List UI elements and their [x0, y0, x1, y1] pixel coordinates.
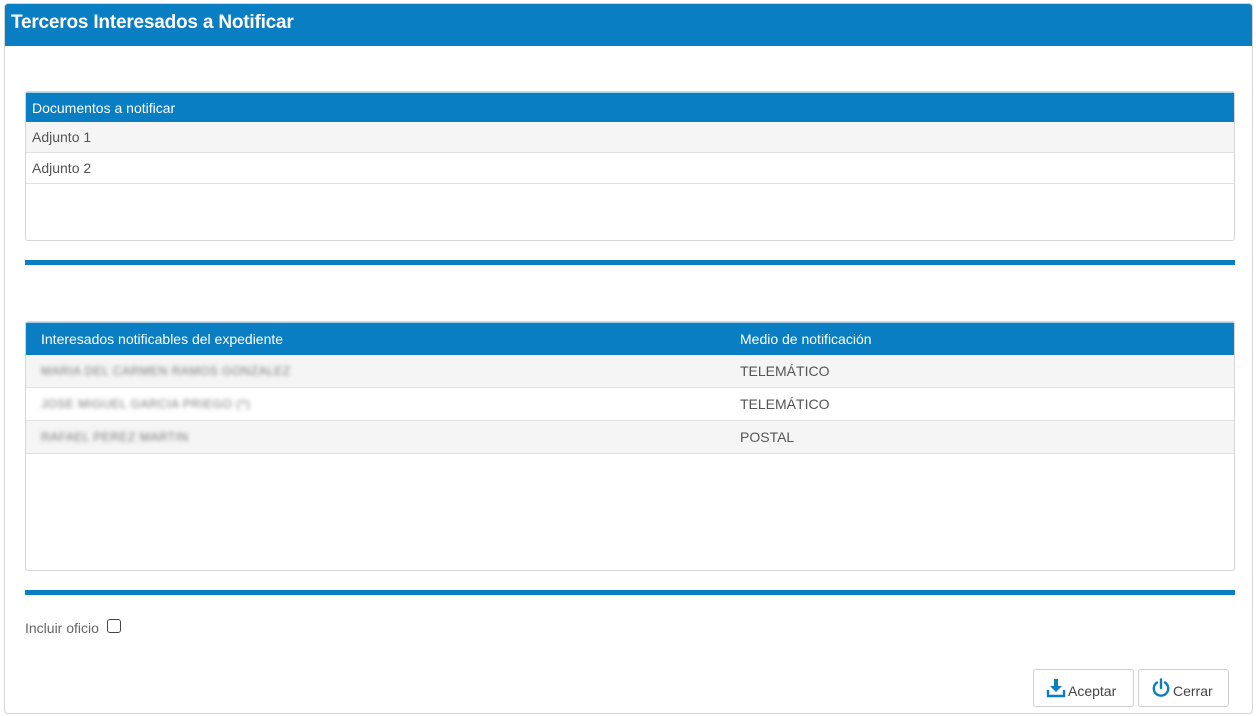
accept-label: Aceptar	[1068, 683, 1117, 699]
document-name: Adjunto 2	[32, 160, 92, 176]
download-icon	[1046, 678, 1066, 698]
interested-row[interactable]: JOSE MIGUEL GARCIA PRIEGO (*) TELEMÁTICO	[26, 388, 1234, 421]
accept-button[interactable]: Aceptar	[1033, 669, 1134, 707]
document-row[interactable]: Adjunto 2	[26, 153, 1234, 184]
notification-medium: TELEMÁTICO	[740, 396, 830, 412]
notify-dialog: Terceros Interesados a Notificar Documen…	[4, 3, 1253, 714]
documents-header-label: Documentos a notificar	[32, 100, 176, 116]
documents-panel: Documentos a notificar Adjunto 1 Adjunto…	[25, 91, 1235, 241]
interested-name: RAFAEL PEREZ MARTIN	[41, 430, 189, 444]
notification-medium: TELEMÁTICO	[740, 363, 830, 379]
interested-name: JOSE MIGUEL GARCIA PRIEGO (*)	[41, 397, 251, 411]
document-name: Adjunto 1	[32, 129, 92, 145]
interested-header: Interesados notificables del expediente …	[26, 322, 1234, 355]
close-label: Cerrar	[1173, 683, 1213, 699]
incluir-oficio-option: Incluir oficio	[25, 618, 121, 638]
interested-panel: Interesados notificables del expediente …	[25, 321, 1235, 571]
col-header-name: Interesados notificables del expediente	[41, 331, 284, 347]
close-button[interactable]: Cerrar	[1138, 669, 1229, 707]
power-icon	[1151, 678, 1171, 698]
incluir-oficio-checkbox[interactable]	[106, 619, 121, 633]
incluir-oficio-label: Incluir oficio	[25, 620, 99, 636]
section-divider	[25, 590, 1235, 595]
section-divider	[25, 260, 1235, 265]
interested-name: MARIA DEL CARMEN RAMOS GONZALEZ	[41, 364, 291, 378]
interested-row[interactable]: MARIA DEL CARMEN RAMOS GONZALEZ TELEMÁTI…	[26, 355, 1234, 388]
dialog-title: Terceros Interesados a Notificar	[5, 4, 1252, 46]
documents-header: Documentos a notificar	[26, 92, 1234, 122]
notification-medium: POSTAL	[740, 429, 795, 445]
col-header-medium: Medio de notificación	[740, 331, 872, 347]
interested-row[interactable]: RAFAEL PEREZ MARTIN POSTAL	[26, 421, 1234, 454]
document-row[interactable]: Adjunto 1	[26, 122, 1234, 153]
